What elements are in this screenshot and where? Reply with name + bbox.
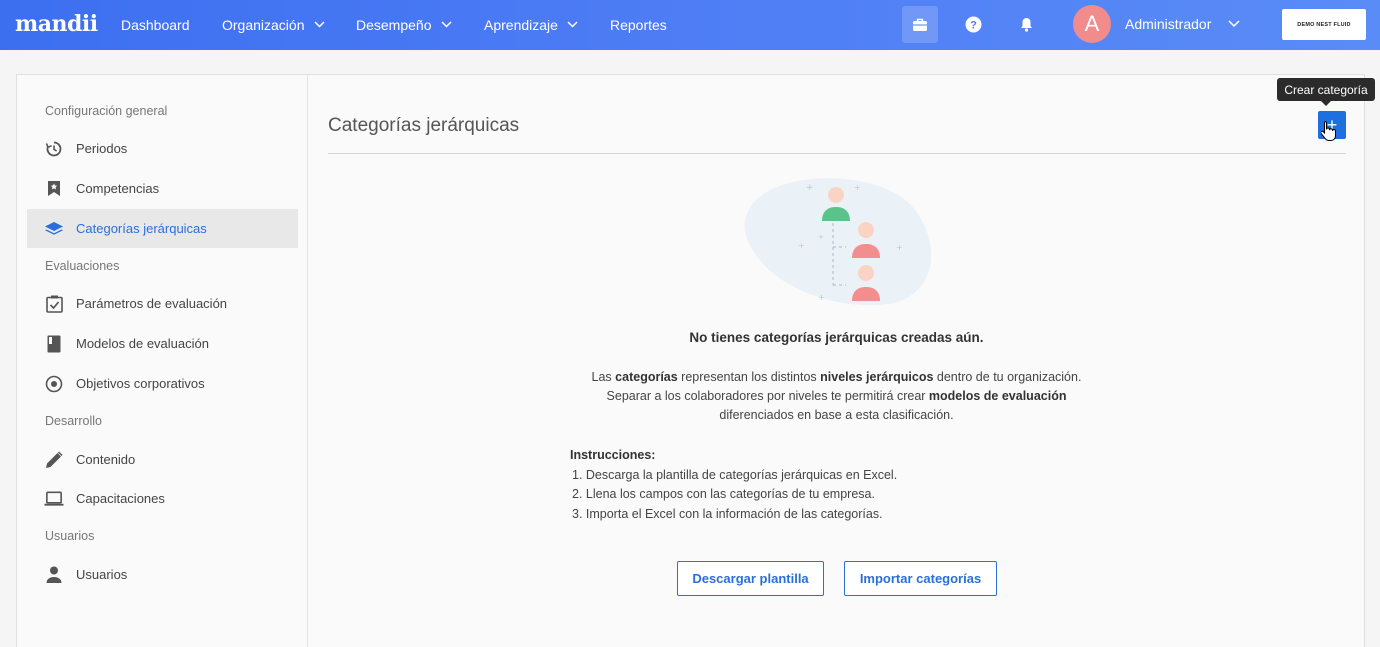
sidebar-item-label: Competencias bbox=[76, 181, 160, 196]
notifications-button[interactable] bbox=[1008, 6, 1044, 43]
sidebar-item-label: Modelos de evaluación bbox=[76, 336, 209, 351]
pencil-icon bbox=[44, 450, 64, 470]
sidebar-item-usuarios[interactable]: Usuarios bbox=[27, 555, 298, 594]
nav-aprendizaje[interactable]: Aprendizaje bbox=[484, 0, 578, 50]
sidebar-item-modelos-evaluacion[interactable]: Modelos de evaluación bbox=[27, 324, 298, 363]
laptop-icon bbox=[44, 489, 64, 509]
instructions: Instrucciones: 1. Descarga la plantilla … bbox=[570, 446, 897, 524]
briefcase-button[interactable] bbox=[902, 6, 938, 43]
sidebar-item-label: Parámetros de evaluación bbox=[76, 296, 228, 311]
help-icon: ? bbox=[965, 16, 981, 33]
sidebar-item-periodos[interactable]: Periodos bbox=[27, 129, 298, 168]
section-title: Configuración general bbox=[45, 104, 168, 118]
target-icon bbox=[44, 374, 64, 394]
svg-text:+: + bbox=[896, 243, 903, 252]
download-template-button[interactable]: Descargar plantilla bbox=[677, 561, 824, 596]
settings-sidebar: Configuración general Periodos Competenc… bbox=[17, 75, 308, 647]
checkbox-icon bbox=[44, 294, 64, 314]
nav-dashboard[interactable]: Dashboard bbox=[121, 0, 190, 50]
bookmark-icon bbox=[44, 179, 64, 199]
sidebar-item-objetivos-corporativos[interactable]: Objetivos corporativos bbox=[27, 364, 298, 403]
import-categories-button[interactable]: Importar categorías bbox=[844, 561, 997, 596]
title-divider bbox=[328, 153, 1346, 154]
nav-label: Dashboard bbox=[121, 17, 190, 33]
svg-text:+: + bbox=[818, 293, 825, 302]
nav-desempeno[interactable]: Desempeño bbox=[356, 0, 452, 50]
history-icon bbox=[44, 139, 64, 159]
settings-panel: Configuración general Periodos Competenc… bbox=[16, 74, 1375, 647]
briefcase-icon bbox=[913, 18, 927, 31]
chevron-down-icon bbox=[313, 20, 325, 31]
nav-label: Organización bbox=[222, 17, 305, 33]
hierarchy-illustration: + + + + + + bbox=[744, 178, 932, 306]
sidebar-item-label: Capacitaciones bbox=[76, 491, 165, 506]
empty-state-title: No tienes categorías jerárquicas creadas… bbox=[689, 330, 984, 345]
main-content: Categorías jerárquicas Crear categoría +… bbox=[309, 75, 1375, 647]
svg-text:+: + bbox=[806, 183, 814, 193]
instruction-step: 2. Llena los campos con las categorías d… bbox=[572, 487, 875, 501]
nav-label: Reportes bbox=[610, 17, 667, 33]
help-button[interactable]: ? bbox=[955, 6, 991, 43]
svg-text:+: + bbox=[854, 183, 861, 192]
section-title: Usuarios bbox=[45, 529, 95, 543]
sidebar-item-label: Categorías jerárquicas bbox=[76, 221, 207, 236]
sidebar-item-categorias-jerarquicas[interactable]: Categorías jerárquicas bbox=[27, 209, 298, 248]
chevron-down-icon bbox=[440, 20, 452, 31]
sidebar-item-contenido[interactable]: Contenido bbox=[27, 440, 298, 479]
bell-icon bbox=[1020, 18, 1032, 32]
sidebar-item-capacitaciones[interactable]: Capacitaciones bbox=[27, 479, 298, 518]
nav-reportes[interactable]: Reportes bbox=[610, 0, 667, 50]
sidebar-item-label: Objetivos corporativos bbox=[76, 376, 205, 391]
instructions-title: Instrucciones: bbox=[570, 448, 656, 462]
hand-cursor-icon bbox=[1321, 121, 1336, 141]
top-navigation-bar: mandii Dashboard Organización Desempeño … bbox=[0, 0, 1380, 50]
person-icon bbox=[44, 565, 64, 585]
book-icon bbox=[44, 334, 64, 354]
svg-text:?: ? bbox=[970, 20, 977, 32]
nav-label: Desempeño bbox=[356, 17, 432, 33]
nav-organizacion[interactable]: Organización bbox=[222, 0, 325, 50]
avatar[interactable]: A bbox=[1073, 5, 1111, 43]
sidebar-item-label: Contenido bbox=[76, 452, 136, 467]
layers-icon bbox=[44, 219, 64, 239]
chevron-down-icon[interactable] bbox=[1228, 15, 1240, 33]
app-logo[interactable]: mandii bbox=[15, 11, 98, 37]
tooltip: Crear categoría bbox=[1277, 78, 1375, 106]
nav-label: Aprendizaje bbox=[484, 17, 558, 33]
company-logo: DEMO NEST FLUID bbox=[1282, 9, 1366, 40]
section-title: Desarrollo bbox=[45, 414, 102, 428]
sidebar-item-label: Periodos bbox=[76, 141, 128, 156]
sidebar-item-label: Usuarios bbox=[76, 567, 128, 582]
page-title: Categorías jerárquicas bbox=[328, 115, 520, 136]
chevron-down-icon bbox=[567, 20, 578, 31]
user-name[interactable]: Administrador bbox=[1125, 16, 1211, 32]
instruction-step: 3. Importa el Excel con la información d… bbox=[572, 506, 883, 521]
instruction-step: 1. Descarga la plantilla de categorías j… bbox=[572, 467, 898, 482]
svg-text:+: + bbox=[798, 241, 805, 250]
sidebar-item-parametros-evaluacion[interactable]: Parámetros de evaluación bbox=[27, 284, 298, 323]
sidebar-item-competencias[interactable]: Competencias bbox=[27, 169, 298, 208]
svg-text:+: + bbox=[818, 233, 824, 241]
section-title: Evaluaciones bbox=[45, 259, 120, 273]
empty-state-description: Las categorías representan los distintos… bbox=[591, 370, 1082, 422]
